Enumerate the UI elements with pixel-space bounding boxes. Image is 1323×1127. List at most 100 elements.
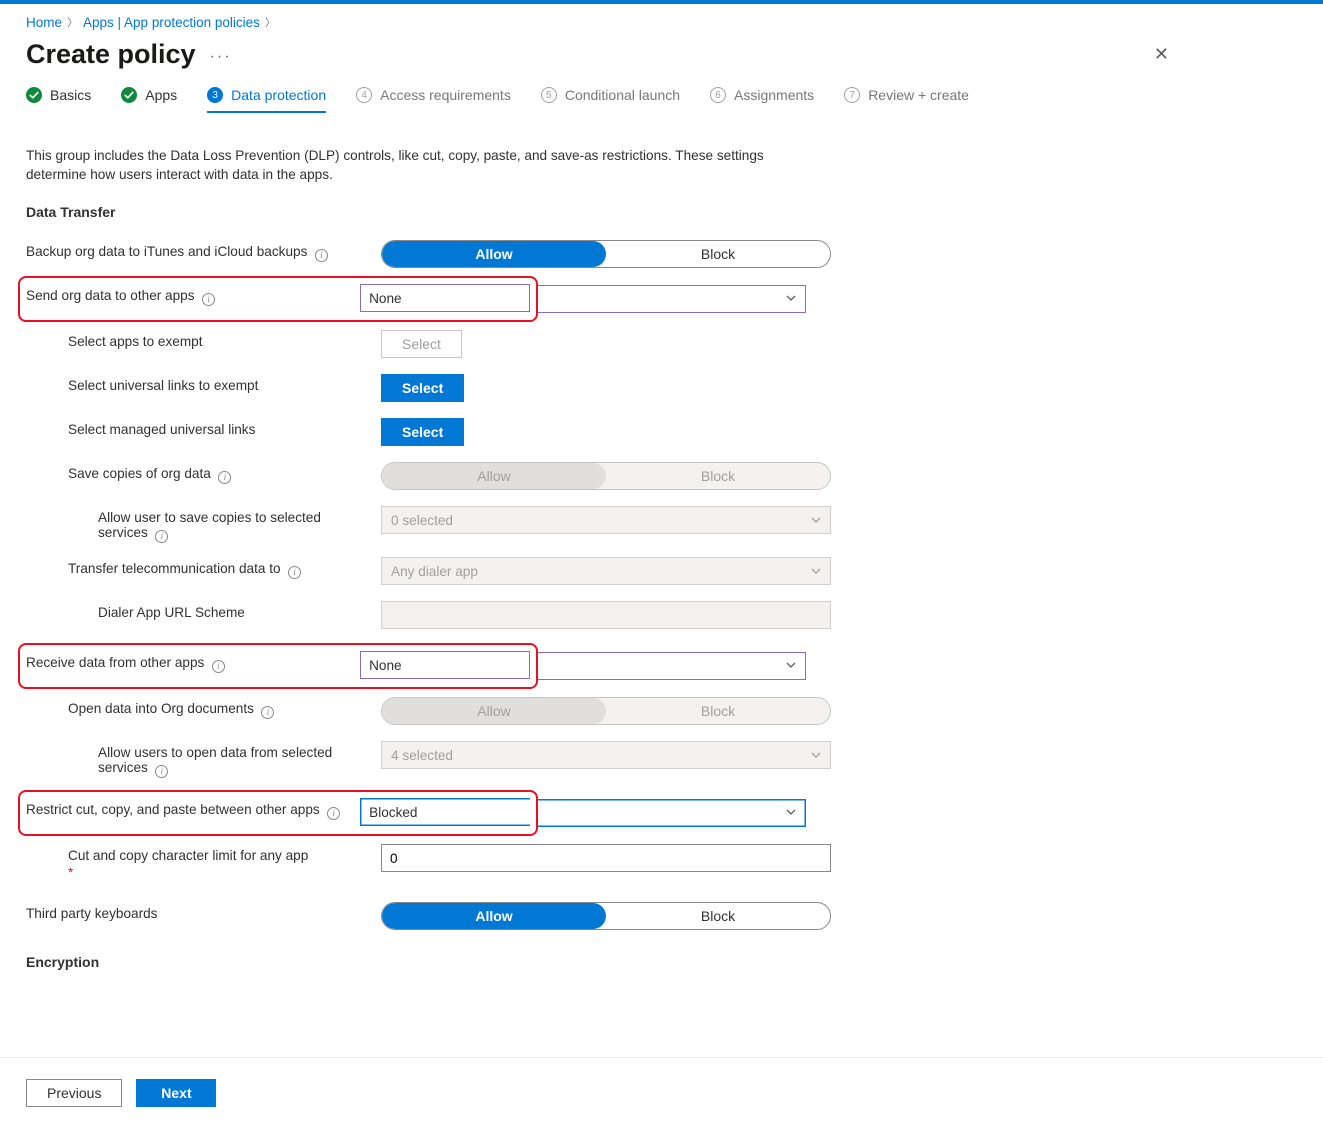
info-icon[interactable] (261, 706, 274, 719)
row-char-limit: Cut and copy character limit for any app… (26, 836, 1297, 888)
info-icon[interactable] (212, 660, 225, 673)
button-select-apps-exempt: Select (381, 330, 462, 358)
step-label: Data protection (231, 87, 326, 103)
toggle-allow[interactable]: Allow (382, 241, 606, 267)
highlight-send-org-data: Send org data to other apps None (18, 276, 538, 322)
toggle-block: Block (606, 463, 830, 489)
step-basics[interactable]: Basics (26, 87, 91, 113)
toggle-allow[interactable]: Allow (382, 903, 606, 929)
info-icon[interactable] (155, 765, 168, 778)
step-label: Review + create (868, 87, 969, 103)
step-review-create[interactable]: 7 Review + create (844, 87, 969, 113)
chevron-down-icon (785, 658, 797, 674)
dropdown-send-org-data[interactable] (538, 285, 806, 313)
footer-bar: Previous Next (0, 1057, 1323, 1127)
step-assignments[interactable]: 6 Assignments (710, 87, 814, 113)
toggle-block[interactable]: Block (606, 903, 830, 929)
dropdown-receive-data[interactable] (538, 652, 806, 680)
row-third-party-keyboards: Third party keyboards Allow Block (26, 894, 1297, 938)
toggle-block[interactable]: Block (606, 241, 830, 267)
step-number-icon: 4 (356, 87, 372, 103)
row-save-copies: Save copies of org data Allow Block (26, 454, 1297, 498)
close-icon[interactable]: ✕ (1148, 38, 1175, 71)
dropdown-allow-open-services: 4 selected (381, 741, 831, 769)
chevron-down-icon (810, 514, 822, 529)
row-select-managed-links: Select managed universal links Select (26, 410, 1297, 454)
next-button[interactable]: Next (136, 1079, 216, 1107)
row-select-apps-exempt: Select apps to exempt Select (26, 322, 1297, 366)
dropdown-restrict[interactable] (538, 799, 806, 827)
dropdown-allow-save-services: 0 selected (381, 506, 831, 534)
label-select-universal-links: Select universal links to exempt (68, 378, 258, 393)
info-icon[interactable] (218, 471, 231, 484)
row-open-into-org: Open data into Org documents Allow Block (26, 689, 1297, 733)
step-conditional-launch[interactable]: 5 Conditional launch (541, 87, 680, 113)
breadcrumb: Home 〉 Apps | App protection policies 〉 (26, 8, 1305, 34)
chevron-down-icon (810, 565, 822, 580)
label-receive-data: Receive data from other apps (26, 655, 225, 671)
check-circle-icon (26, 87, 42, 103)
step-access-requirements[interactable]: 4 Access requirements (356, 87, 511, 113)
label-open-into-org: Open data into Org documents (68, 701, 274, 717)
page-title: Create policy (26, 39, 196, 70)
info-icon[interactable] (155, 530, 168, 543)
required-indicator: * (68, 865, 308, 880)
section-header-data-transfer: Data Transfer (26, 198, 1297, 232)
form-scroll-area[interactable]: This group includes the Data Loss Preven… (0, 132, 1323, 1057)
chevron-down-icon (785, 805, 797, 821)
highlight-receive-data: Receive data from other apps None (18, 643, 538, 689)
label-char-limit: Cut and copy character limit for any app… (68, 848, 308, 880)
step-number-icon: 5 (541, 87, 557, 103)
chevron-right-icon: 〉 (67, 14, 78, 30)
chevron-right-icon: 〉 (265, 14, 276, 30)
step-label: Basics (50, 87, 91, 103)
highlight-restrict-cut-copy-paste: Restrict cut, copy, and paste between ot… (18, 790, 538, 836)
row-telecom: Transfer telecommunication data to Any d… (26, 549, 1297, 593)
dropdown-restrict-left[interactable]: Blocked (360, 798, 530, 826)
label-save-copies: Save copies of org data (68, 466, 231, 482)
step-label: Conditional launch (565, 87, 680, 103)
dropdown-telecom: Any dialer app (381, 557, 831, 585)
previous-button[interactable]: Previous (26, 1079, 122, 1107)
info-icon[interactable] (327, 807, 340, 820)
label-send-org-data: Send org data to other apps (26, 288, 215, 304)
input-char-limit[interactable] (381, 844, 831, 872)
label-allow-save-services: Allow user to save copies to selected se… (98, 510, 371, 541)
step-number-icon: 3 (207, 87, 223, 103)
button-select-universal-links[interactable]: Select (381, 374, 464, 402)
step-number-icon: 6 (710, 87, 726, 103)
step-data-protection[interactable]: 3 Data protection (207, 87, 326, 113)
button-select-managed-links[interactable]: Select (381, 418, 464, 446)
chevron-down-icon (785, 291, 797, 307)
check-circle-icon (121, 87, 137, 103)
title-row: Create policy ··· ✕ (26, 34, 1305, 79)
chevron-down-icon (810, 749, 822, 764)
row-dialer-url-scheme: Dialer App URL Scheme (26, 593, 1297, 637)
step-label: Access requirements (380, 87, 511, 103)
label-third-party-keyboards: Third party keyboards (26, 906, 157, 921)
label-allow-open-services: Allow users to open data from selected s… (98, 745, 371, 776)
dropdown-receive-data-left[interactable]: None (360, 651, 530, 679)
row-allow-open-services: Allow users to open data from selected s… (26, 733, 1297, 784)
row-allow-save-services: Allow user to save copies to selected se… (26, 498, 1297, 549)
toggle-open-into-org: Allow Block (381, 697, 831, 725)
breadcrumb-home[interactable]: Home (26, 15, 62, 30)
step-label: Apps (145, 87, 177, 103)
label-select-managed-links: Select managed universal links (68, 422, 255, 437)
info-icon[interactable] (315, 249, 328, 262)
info-icon[interactable] (202, 293, 215, 306)
toggle-allow: Allow (382, 698, 606, 724)
row-backup: Backup org data to iTunes and iCloud bac… (26, 232, 1297, 276)
info-icon[interactable] (288, 566, 301, 579)
toggle-backup[interactable]: Allow Block (381, 240, 831, 268)
step-apps[interactable]: Apps (121, 87, 177, 113)
dropdown-send-org-data-left[interactable]: None (360, 284, 530, 312)
label-select-apps-exempt: Select apps to exempt (68, 334, 203, 349)
input-dialer-url-scheme (381, 601, 831, 629)
breadcrumb-apps[interactable]: Apps | App protection policies (83, 15, 260, 30)
toggle-allow: Allow (382, 463, 606, 489)
more-button[interactable]: ··· (210, 48, 232, 66)
label-backup: Backup org data to iTunes and iCloud bac… (26, 244, 328, 260)
section-description: This group includes the Data Loss Preven… (26, 132, 766, 198)
toggle-third-party-keyboards[interactable]: Allow Block (381, 902, 831, 930)
